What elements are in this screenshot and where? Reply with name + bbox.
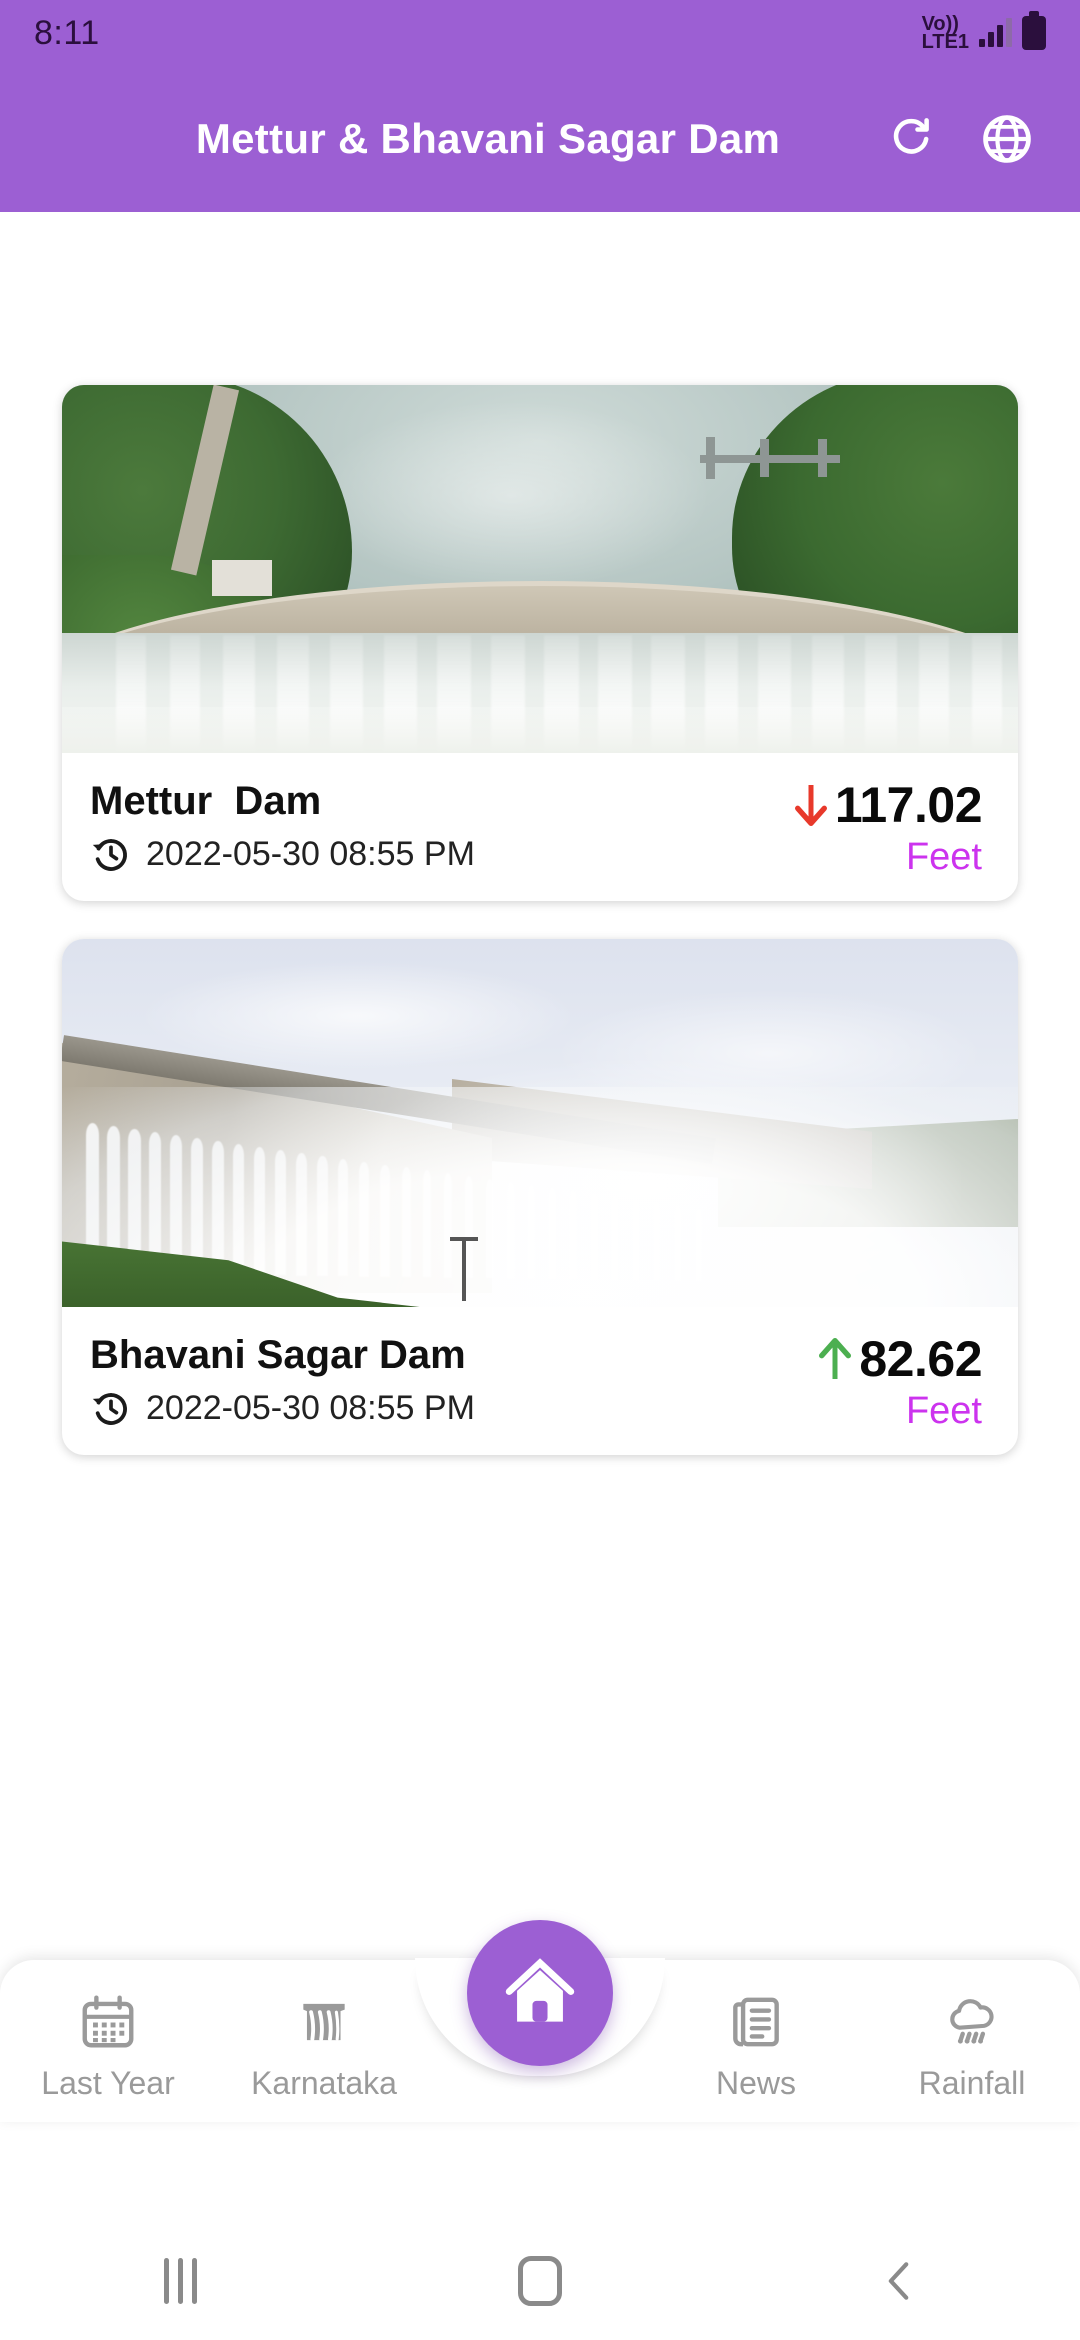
history-icon (92, 838, 127, 871)
dam-photo-mettur (62, 385, 1018, 753)
signal-bars-icon (979, 18, 1012, 47)
dam-card-bhavani-sagar[interactable]: Bhavani Sagar Dam 2022-05-30 08:55 PM 82… (62, 939, 1018, 1455)
arrow-down-icon (794, 784, 827, 826)
article-icon (733, 1997, 779, 2046)
home-fab-button[interactable] (467, 1920, 613, 2066)
recents-button[interactable] (0, 2258, 360, 2304)
back-button[interactable] (720, 2256, 1080, 2306)
recents-icon (163, 2258, 197, 2304)
refresh-button[interactable] (880, 108, 942, 170)
dam-info-mettur: Mettur Dam 2022-05-30 08:55 PM 117.02 Fe… (62, 753, 1018, 901)
rain-cloud-icon (950, 1998, 994, 2044)
phone-screen: 8:11 Vo)) LTE1 Mettur & Bhavani Sagar Da… (0, 0, 1080, 2340)
nav-item-karnataka[interactable]: Karnataka (216, 1960, 432, 2122)
nav-label: Last Year (41, 2064, 175, 2101)
nav-label: News (715, 2064, 796, 2101)
dam-card-mettur[interactable]: Mettur Dam 2022-05-30 08:55 PM 117.02 Fe… (62, 385, 1018, 901)
dam-level-unit: Feet (905, 835, 982, 878)
page-title: Mettur & Bhavani Sagar Dam (195, 115, 781, 162)
dam-name: Bhavani Sagar Dam (90, 1332, 466, 1377)
dam-level-value: 82.62 (859, 1330, 982, 1387)
language-button[interactable] (976, 108, 1038, 170)
calendar-icon (82, 1995, 134, 2047)
nav-label: Rainfall (918, 2064, 1026, 2101)
nav-item-rainfall[interactable]: Rainfall (864, 1960, 1080, 2122)
back-chevron-icon (888, 2262, 909, 2300)
dam-timestamp-row: 2022-05-30 08:55 PM (90, 834, 475, 876)
refresh-icon (893, 118, 929, 154)
dam-icon (303, 2003, 345, 2041)
status-clock: 8:11 (34, 13, 100, 52)
home-square-icon (518, 2256, 562, 2306)
nav-label: Karnataka (251, 2064, 397, 2101)
status-indicators: Vo)) LTE1 (921, 11, 1046, 53)
dam-level-unit: Feet (905, 1389, 982, 1432)
nav-item-last-year[interactable]: Last Year (0, 1960, 216, 2122)
arrow-up-icon (819, 1337, 852, 1379)
status-bar: 8:11 Vo)) LTE1 (0, 0, 1080, 66)
nav-item-news[interactable]: News (648, 1960, 864, 2122)
dam-info-bhavani-sagar: Bhavani Sagar Dam 2022-05-30 08:55 PM 82… (62, 1307, 1018, 1455)
dam-level-value: 117.02 (834, 776, 983, 833)
app-bar: Mettur & Bhavani Sagar Dam (0, 66, 1080, 212)
dam-list: Mettur Dam 2022-05-30 08:55 PM 117.02 Fe… (0, 212, 1080, 1960)
dam-timestamp: 2022-05-30 08:55 PM (146, 1389, 475, 1427)
dam-name: Mettur Dam (90, 778, 322, 823)
system-navigation-bar (0, 2222, 1080, 2340)
globe-icon (983, 115, 1031, 163)
dam-level-row: 117.02 (791, 776, 983, 834)
app-bar-actions (880, 108, 1080, 170)
battery-full-icon (1022, 11, 1046, 50)
dam-photo-bhavani-sagar (62, 939, 1018, 1307)
dam-timestamp-row: 2022-05-30 08:55 PM (90, 1388, 475, 1430)
dam-level-row: 82.62 (815, 1330, 982, 1388)
dam-timestamp: 2022-05-30 08:55 PM (146, 835, 475, 873)
history-icon (92, 1392, 127, 1425)
volte-line2: LTE1 (921, 31, 969, 53)
home-button[interactable] (360, 2256, 720, 2306)
volte-indicator: Vo)) LTE1 (921, 13, 969, 53)
home-icon (505, 1958, 575, 2022)
